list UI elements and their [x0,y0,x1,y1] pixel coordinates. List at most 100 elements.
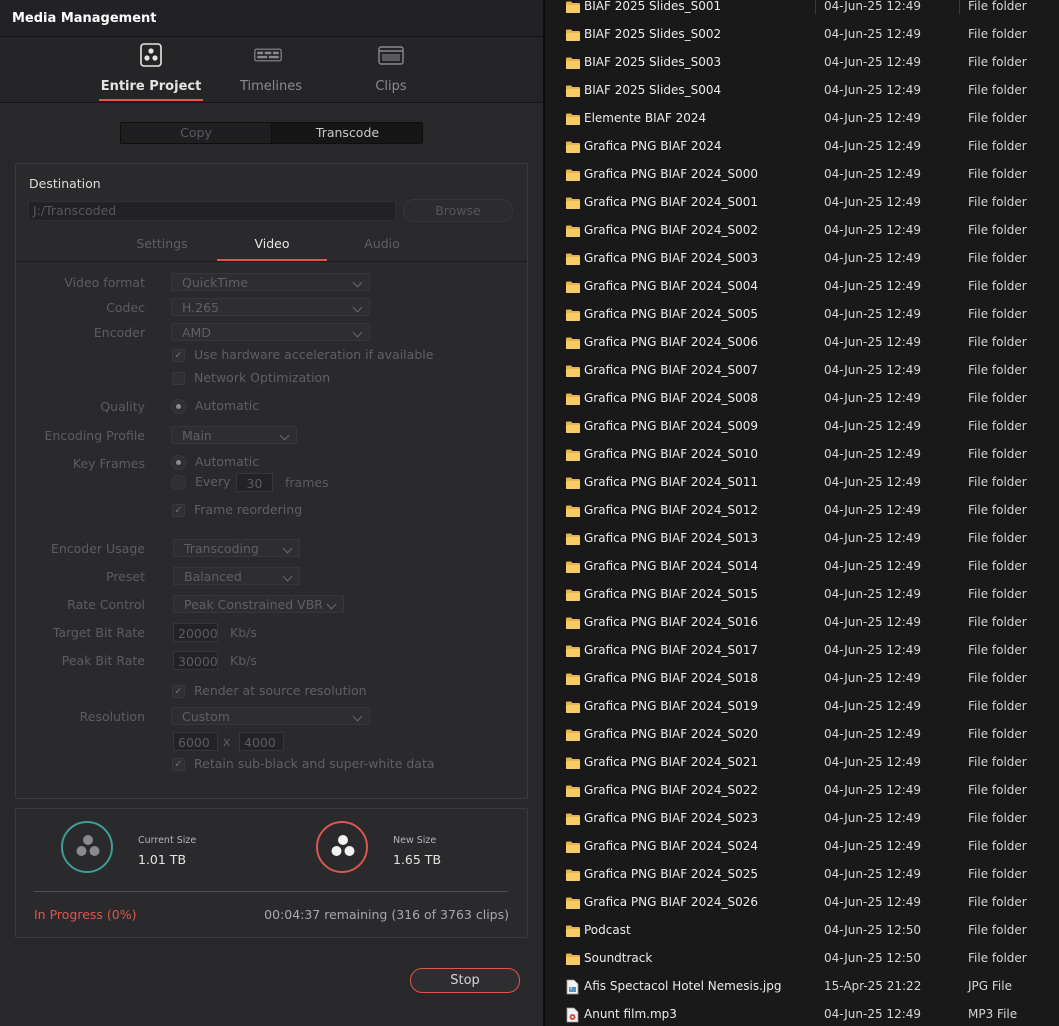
subtab-separator [16,261,527,262]
encoder-usage-dropdown[interactable]: Transcoding [173,539,300,557]
file-type: File folder [968,559,1027,573]
file-row[interactable]: Grafica PNG BIAF 2024_S018 04-Jun-25 12:4… [559,664,1059,692]
file-row[interactable]: BIAF 2025 Slides_S001 04-Jun-25 12:49 File… [559,0,1059,20]
progress-status: In Progress (0%) [34,907,137,922]
file-row[interactable]: Podcast 04-Jun-25 12:50 File folder [559,916,1059,944]
file-type: File folder [968,223,1027,237]
file-name: Elemente BIAF 2024 [584,111,707,125]
folder-icon [565,643,581,662]
file-type: File folder [968,839,1027,853]
subtab-audio[interactable]: Audio [327,236,437,251]
file-type: File folder [968,587,1027,601]
file-row[interactable]: Grafica PNG BIAF 2024_S010 04-Jun-25 12:4… [559,440,1059,468]
file-row[interactable]: Grafica PNG BIAF 2024_S014 04-Jun-25 12:4… [559,552,1059,580]
encoder-dropdown[interactable]: AMD [171,323,370,341]
file-row[interactable]: Grafica PNG BIAF 2024_S011 04-Jun-25 12:4… [559,468,1059,496]
render-source-resolution-checkbox[interactable]: ✓ [172,685,185,698]
file-row[interactable]: Grafica PNG BIAF 2024_S021 04-Jun-25 12:4… [559,748,1059,776]
tab-entire-project[interactable]: Entire Project [91,37,211,102]
file-type: File folder [968,391,1027,405]
file-name: Grafica PNG BIAF 2024_S011 [584,475,758,489]
subtab-settings[interactable]: Settings [107,236,217,251]
resolution-width-input[interactable]: 6000 [173,732,218,751]
dialog-title: Media Management [12,11,157,26]
subtab-video[interactable]: Video [217,236,327,251]
file-row[interactable]: Grafica PNG BIAF 2024_S001 04-Jun-25 12:4… [559,188,1059,216]
tab-clips[interactable]: Clips [331,37,451,102]
encoding-profile-dropdown[interactable]: Main [171,426,297,444]
file-type: File folder [968,363,1027,377]
file-row[interactable]: Grafica PNG BIAF 2024_S012 04-Jun-25 12:4… [559,496,1059,524]
key-frames-every-input[interactable]: 30 [236,473,273,492]
file-type: File folder [968,615,1027,629]
file-row[interactable]: Grafica PNG BIAF 2024_S007 04-Jun-25 12:4… [559,356,1059,384]
file-row[interactable]: BIAF 2025 Slides_S002 04-Jun-25 12:49 File… [559,20,1059,48]
file-row[interactable]: Grafica PNG BIAF 2024_S023 04-Jun-25 12:4… [559,804,1059,832]
hw-accel-label: Use hardware acceleration if available [194,347,434,362]
key-frames-every-radio[interactable] [171,475,186,490]
folder-icon [565,83,581,102]
codec-dropdown[interactable]: H.265 [171,298,370,316]
rate-control-dropdown[interactable]: Peak Constrained VBR [173,595,344,613]
file-row[interactable]: Grafica PNG BIAF 2024_S022 04-Jun-25 12:4… [559,776,1059,804]
file-row[interactable]: Grafica PNG BIAF 2024_S024 04-Jun-25 12:4… [559,832,1059,860]
file-row[interactable]: Grafica PNG BIAF 2024_S026 04-Jun-25 12:4… [559,888,1059,916]
file-row[interactable]: Afis Spectacol Hotel Nemesis.jpg 15-Apr-2… [559,972,1059,1000]
resolution-height-input[interactable]: 4000 [239,732,284,751]
preset-label: Preset [106,569,145,584]
codec-label: Codec [106,300,145,315]
file-row[interactable]: Grafica PNG BIAF 2024_S013 04-Jun-25 12:4… [559,524,1059,552]
file-row[interactable]: Grafica PNG BIAF 2024_S016 04-Jun-25 12:4… [559,608,1059,636]
file-row[interactable]: Elemente BIAF 2024 04-Jun-25 12:49 File fo… [559,104,1059,132]
browse-button[interactable]: Browse [403,199,513,222]
file-row[interactable]: Grafica PNG BIAF 2024_S017 04-Jun-25 12:4… [559,636,1059,664]
hw-accel-checkbox[interactable]: ✓ [172,349,185,362]
resolution-x-label: x [223,734,231,749]
tab-clips-label: Clips [375,79,407,94]
file-row[interactable]: Grafica PNG BIAF 2024_S009 04-Jun-25 12:4… [559,412,1059,440]
encoding-profile-value: Main [182,428,212,443]
tab-timelines[interactable]: Timelines [211,37,331,102]
file-row[interactable]: Grafica PNG BIAF 2024_S002 04-Jun-25 12:4… [559,216,1059,244]
file-row[interactable]: Anunt film.mp3 04-Jun-25 12:49 MP3 File [559,1000,1059,1026]
dialog-titlebar[interactable]: Media Management [0,0,543,37]
key-frames-automatic-radio[interactable] [171,455,186,470]
file-row[interactable]: Grafica PNG BIAF 2024 04-Jun-25 12:49 File… [559,132,1059,160]
target-bit-rate-input[interactable]: 20000 [173,623,218,642]
frame-reordering-checkbox[interactable]: ✓ [172,504,185,517]
file-row[interactable]: Grafica PNG BIAF 2024_S019 04-Jun-25 12:4… [559,692,1059,720]
destination-path-field[interactable]: J:/Transcoded [28,201,396,221]
quality-automatic-label: Automatic [195,398,260,413]
file-row[interactable]: Grafica PNG BIAF 2024_S005 04-Jun-25 12:4… [559,300,1059,328]
file-type: File folder [968,139,1027,153]
copy-mode-button[interactable]: Copy [121,123,271,143]
current-size-value: 1.01 TB [138,852,187,867]
file-row[interactable]: BIAF 2025 Slides_S004 04-Jun-25 12:49 File… [559,76,1059,104]
retain-data-checkbox[interactable]: ✓ [172,758,185,771]
file-row[interactable]: Grafica PNG BIAF 2024_S020 04-Jun-25 12:4… [559,720,1059,748]
chevron-down-icon [352,711,363,722]
resolution-dropdown[interactable]: Custom [171,707,370,725]
transcode-mode-button[interactable]: Transcode [271,123,422,143]
video-format-dropdown[interactable]: QuickTime [171,273,370,291]
file-type: File folder [968,335,1027,349]
file-row[interactable]: Grafica PNG BIAF 2024_S004 04-Jun-25 12:4… [559,272,1059,300]
peak-bit-rate-input[interactable]: 30000 [173,651,218,670]
file-type: File folder [968,111,1027,125]
file-row[interactable]: Grafica PNG BIAF 2024_S006 04-Jun-25 12:4… [559,328,1059,356]
file-row[interactable]: Grafica PNG BIAF 2024_S008 04-Jun-25 12:4… [559,384,1059,412]
file-row[interactable]: Grafica PNG BIAF 2024_S000 04-Jun-25 12:4… [559,160,1059,188]
file-row[interactable]: Grafica PNG BIAF 2024_S003 04-Jun-25 12:4… [559,244,1059,272]
network-optimization-label: Network Optimization [194,370,331,385]
preset-dropdown[interactable]: Balanced [173,567,300,585]
file-name: Grafica PNG BIAF 2024_S010 [584,447,758,461]
file-row[interactable]: Grafica PNG BIAF 2024_S025 04-Jun-25 12:4… [559,860,1059,888]
stop-button[interactable]: Stop [410,968,520,993]
network-optimization-checkbox[interactable] [172,372,185,385]
file-type: File folder [968,55,1027,69]
quality-automatic-radio[interactable] [171,399,186,414]
file-row[interactable]: Soundtrack 04-Jun-25 12:50 File folder [559,944,1059,972]
folder-icon [565,783,581,802]
file-row[interactable]: BIAF 2025 Slides_S003 04-Jun-25 12:49 File… [559,48,1059,76]
file-row[interactable]: Grafica PNG BIAF 2024_S015 04-Jun-25 12:4… [559,580,1059,608]
